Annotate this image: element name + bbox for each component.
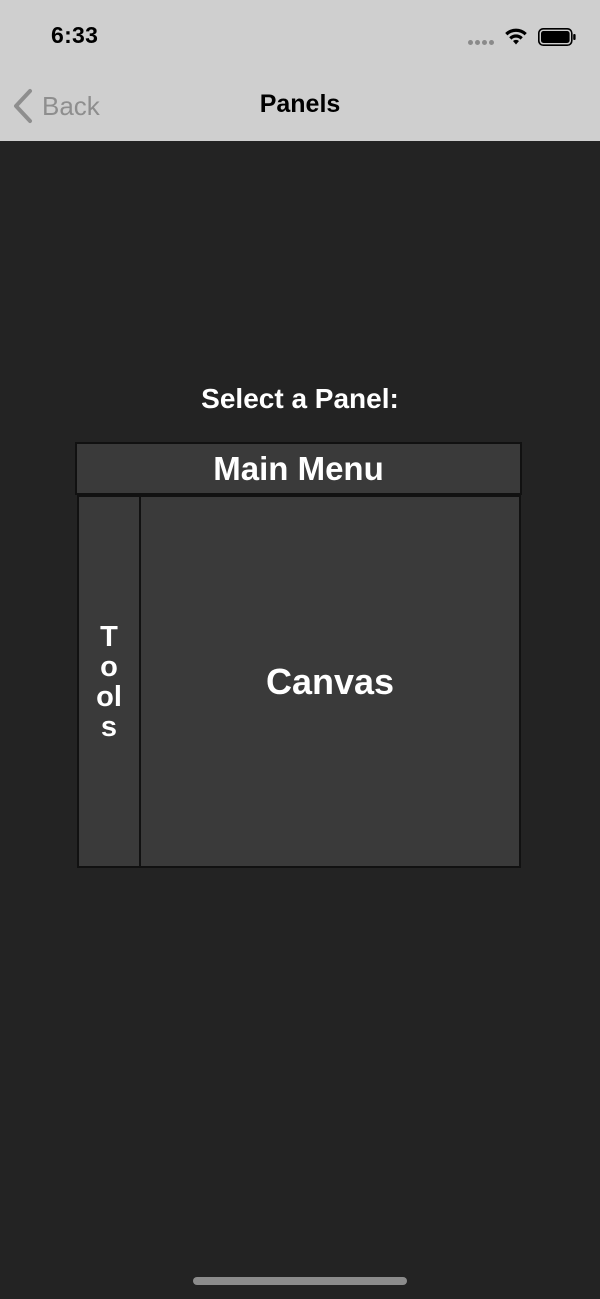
panel-main-menu[interactable]: Main Menu (75, 442, 522, 495)
wifi-icon (505, 28, 527, 45)
battery-icon (538, 28, 576, 46)
panel-canvas-label: Canvas (265, 660, 395, 702)
signal-dots-icon (468, 40, 496, 46)
home-indicator[interactable] (193, 1277, 407, 1285)
panel-canvas[interactable]: Canvas (141, 495, 521, 868)
status-time: 6:33 (51, 22, 99, 48)
header: 6:33 Back Panels (0, 0, 600, 141)
select-panel-prompt: Select a Panel: (201, 383, 399, 414)
panel-main-menu-label: Main Menu (213, 449, 384, 487)
screen: 6:33 Back Panels Select a Panel: Main Me… (0, 0, 600, 1299)
panel-tools[interactable]: Tools (77, 495, 141, 868)
page-title: Panels (259, 90, 341, 118)
panel-tools-label: Tools (96, 620, 122, 743)
